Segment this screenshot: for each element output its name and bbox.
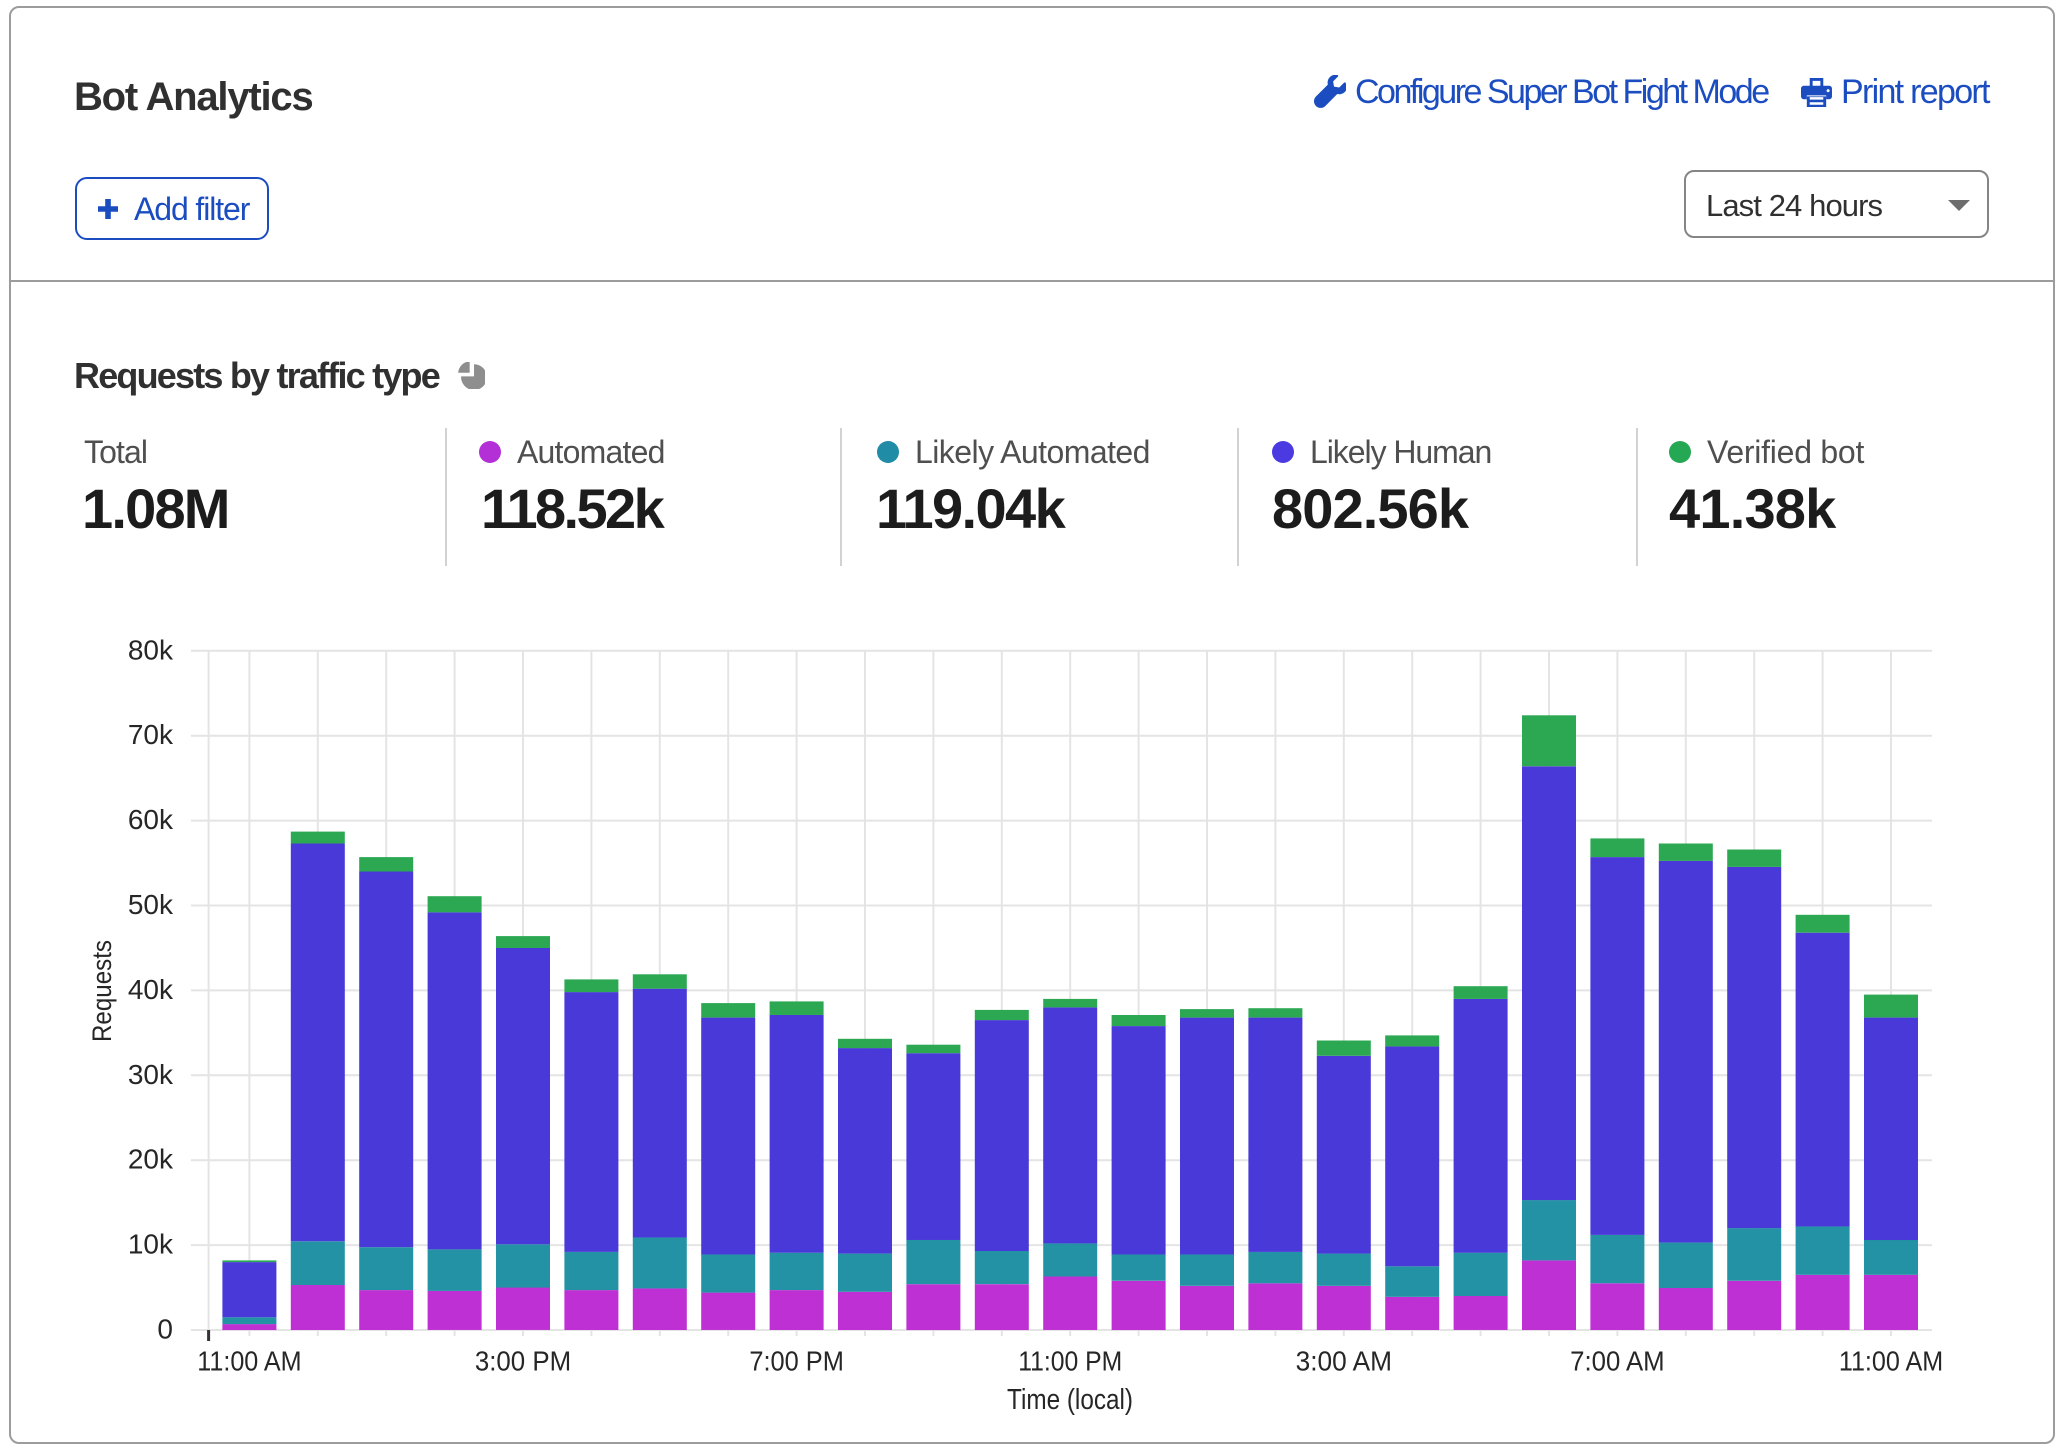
svg-text:0: 0: [157, 1314, 173, 1345]
svg-text:50k: 50k: [128, 889, 174, 920]
svg-text:11:00 AM: 11:00 AM: [197, 1346, 301, 1377]
svg-text:40k: 40k: [128, 974, 174, 1005]
svg-text:11:00 PM: 11:00 PM: [1018, 1346, 1122, 1377]
svg-text:80k: 80k: [128, 634, 174, 665]
svg-text:20k: 20k: [128, 1144, 174, 1175]
svg-text:11:00 AM: 11:00 AM: [1839, 1346, 1943, 1377]
svg-text:Time (local): Time (local): [1007, 1384, 1133, 1416]
svg-text:3:00 PM: 3:00 PM: [475, 1346, 571, 1377]
svg-text:10k: 10k: [128, 1229, 174, 1260]
svg-text:7:00 AM: 7:00 AM: [1570, 1346, 1665, 1377]
svg-text:3:00 AM: 3:00 AM: [1296, 1346, 1392, 1377]
svg-text:30k: 30k: [128, 1059, 174, 1090]
svg-text:7:00 PM: 7:00 PM: [749, 1346, 844, 1377]
svg-text:60k: 60k: [128, 804, 174, 835]
svg-text:70k: 70k: [128, 719, 174, 750]
svg-text:Requests: Requests: [87, 940, 117, 1042]
